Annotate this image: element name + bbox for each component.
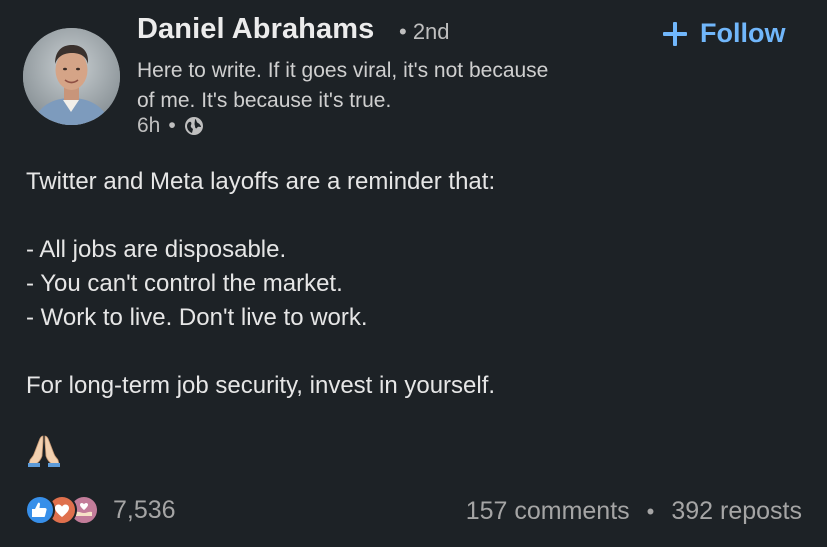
post-meta: 6h •: [137, 114, 204, 138]
comments-count[interactable]: 157 comments: [466, 497, 630, 526]
post-time: 6h: [137, 114, 161, 137]
connection-degree: • 2nd: [399, 19, 450, 44]
author-name[interactable]: Daniel Abrahams: [137, 13, 374, 46]
follow-button[interactable]: Follow: [662, 18, 785, 49]
post-line: Twitter and Meta layoffs are a reminder …: [26, 168, 496, 195]
reaction-icons: [25, 495, 103, 525]
avatar[interactable]: [23, 28, 120, 125]
post-line: For long-term job security, invest in yo…: [26, 372, 496, 399]
post-line: - All jobs are disposable.: [26, 236, 287, 263]
meta-separator: •: [168, 114, 176, 137]
feed-post: Daniel Abrahams • 2nd Here to write. If …: [0, 0, 827, 547]
stats-separator: •: [646, 498, 655, 524]
reposts-count[interactable]: 392 reposts: [671, 497, 802, 526]
author-headline: Here to write. If it goes viral, it's no…: [137, 59, 549, 112]
post-line: - Work to live. Don't live to work.: [26, 304, 368, 331]
engagement-stats: 157 comments • 392 reposts: [466, 497, 802, 526]
globe-icon: [184, 116, 204, 136]
reaction-count: 7,536: [113, 495, 176, 524]
follow-label: Follow: [700, 18, 786, 48]
plus-icon: [663, 21, 687, 46]
reactions-summary[interactable]: 7,536: [25, 495, 176, 525]
post-line: - You can't control the market.: [26, 270, 343, 297]
avatar-photo: [23, 28, 120, 125]
folded-hands-emoji: [28, 435, 60, 467]
post-body: Twitter and Meta layoffs are a reminder …: [26, 165, 806, 403]
like-icon: [25, 495, 55, 525]
